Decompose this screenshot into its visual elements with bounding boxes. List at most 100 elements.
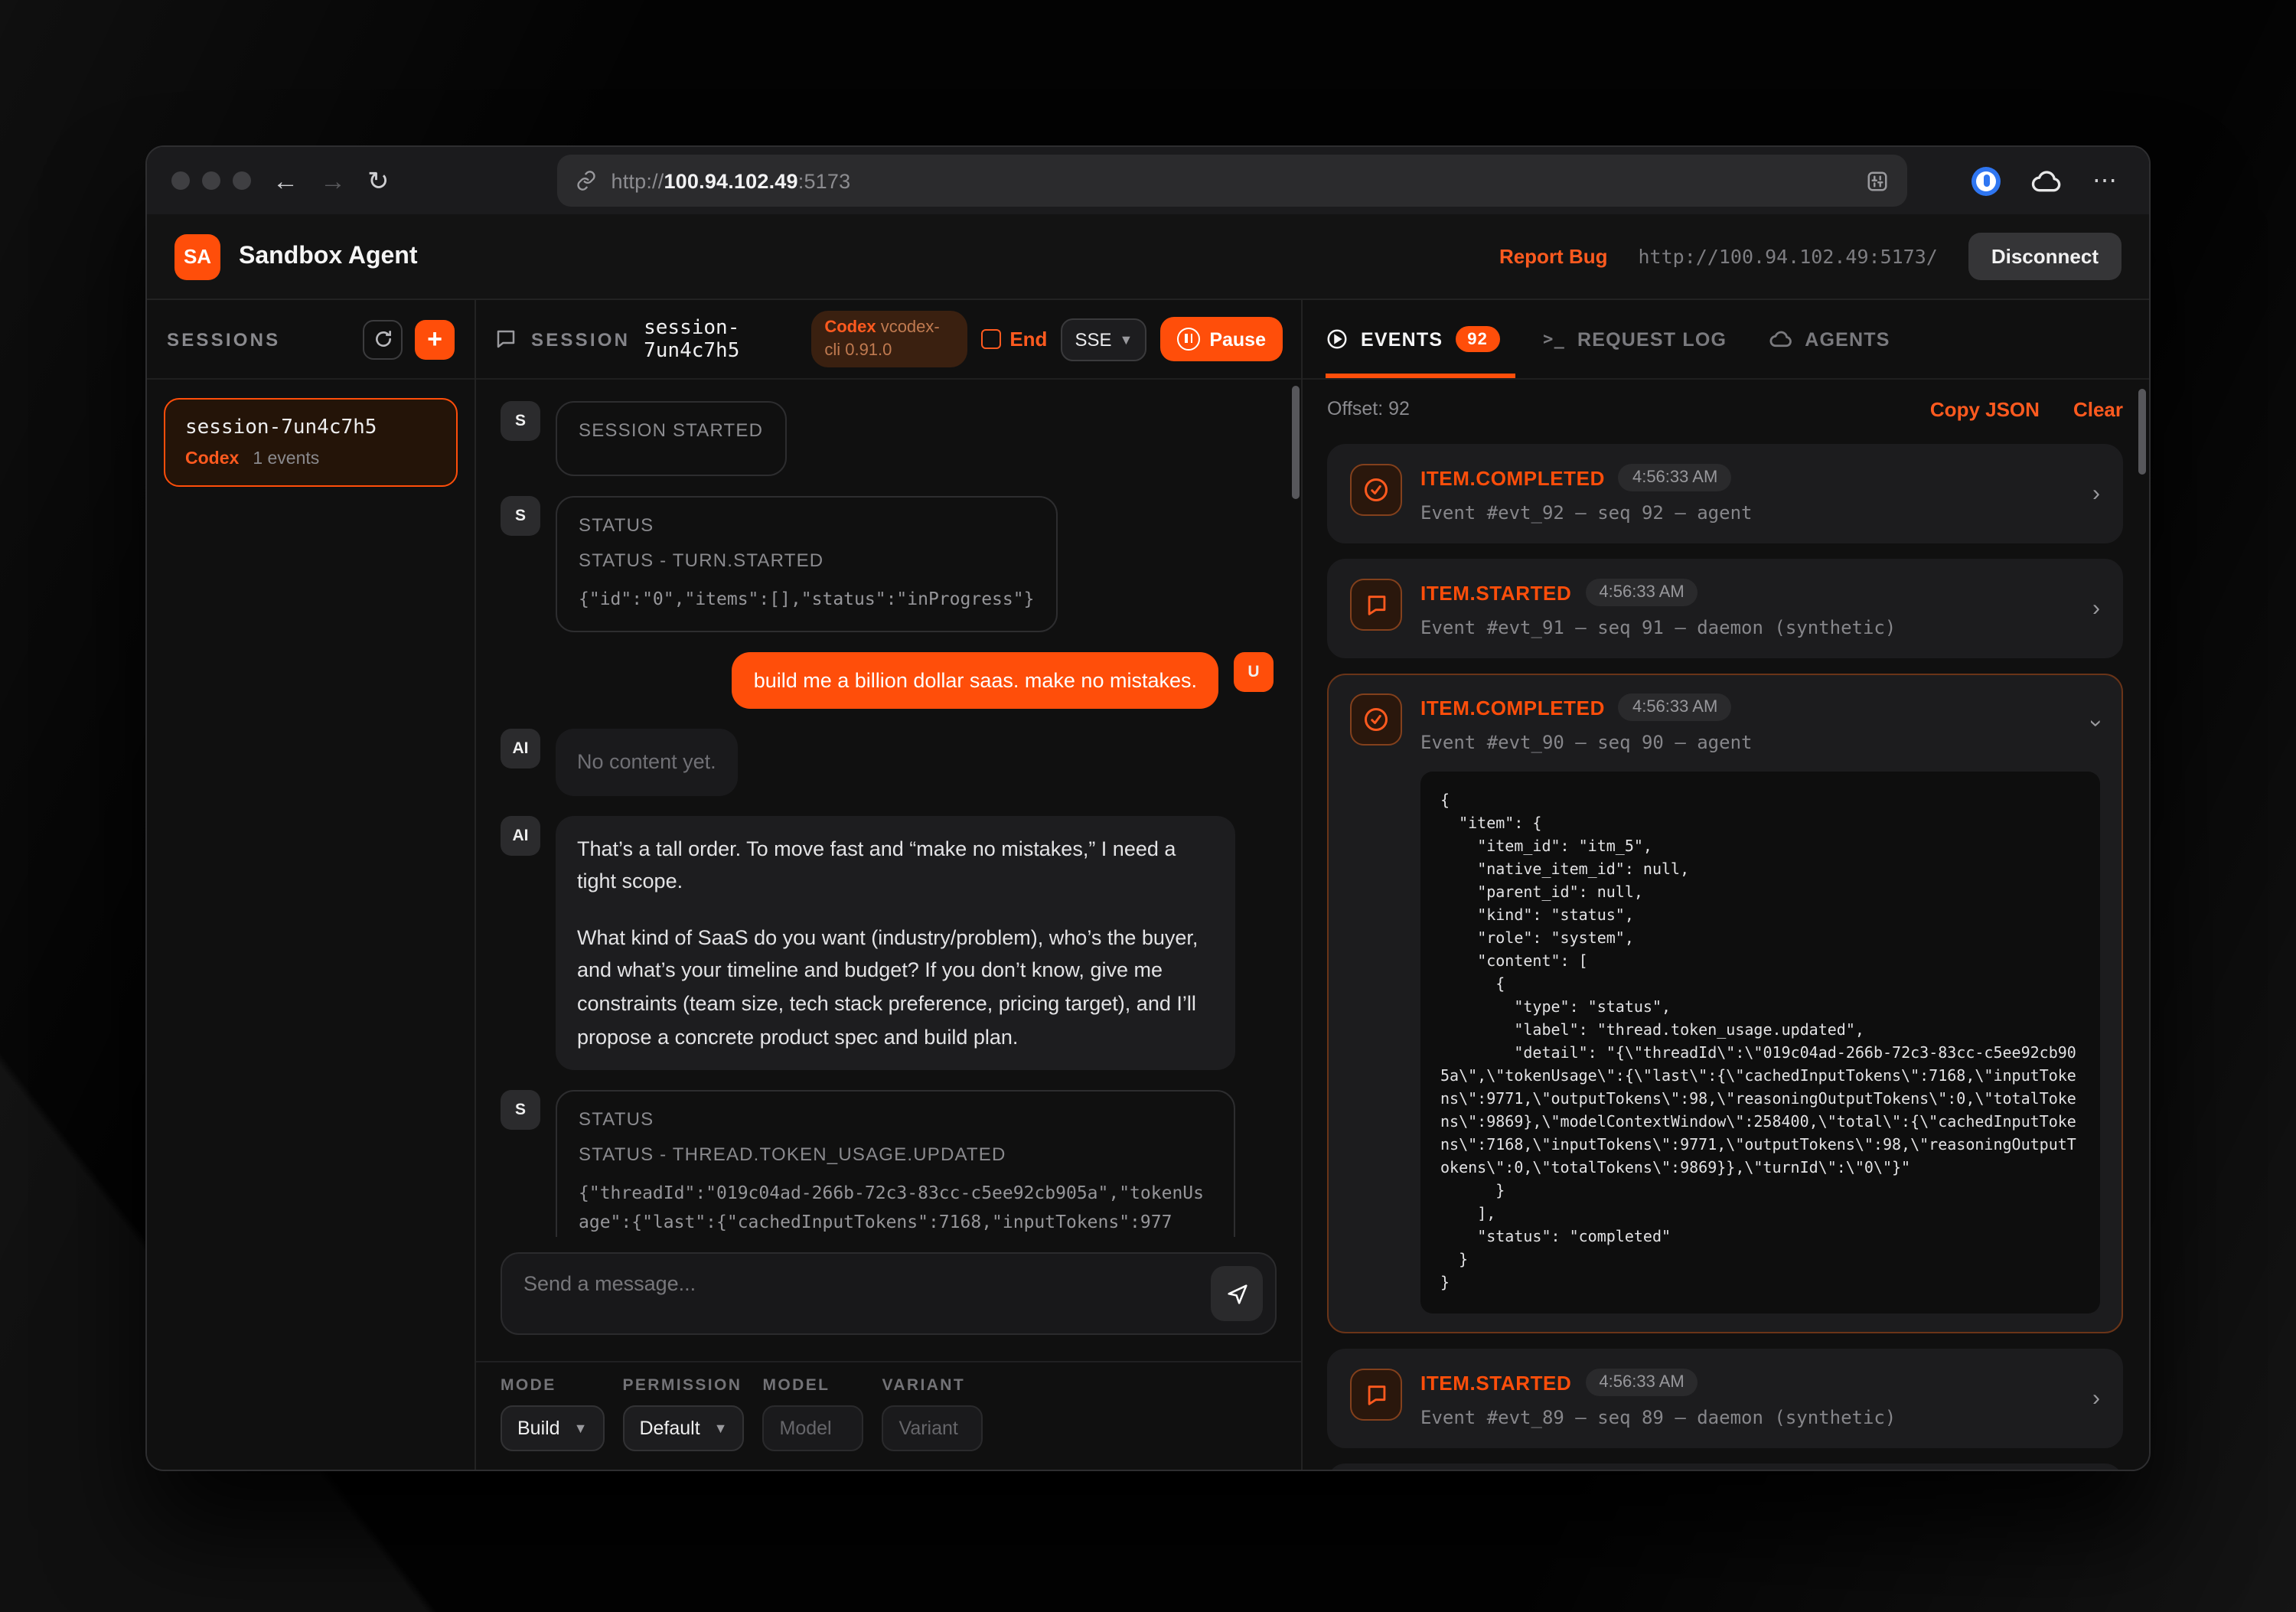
copy-json-button[interactable]: Copy JSON	[1930, 397, 2040, 420]
event-meta: Event #evt_89 – seq 89 – daemon (synthet…	[1420, 1407, 2100, 1428]
event-meta: Event #evt_92 – seq 92 – agent	[1420, 502, 2100, 524]
chat-message: S STATUSSTATUS - THREAD.TOKEN_USAGE.UPDAT…	[501, 1090, 1274, 1237]
forward-button[interactable]: →	[320, 168, 346, 194]
event-card[interactable]: ITEM.STARTED4:56:33 AMEvent #evt_91 – se…	[1327, 559, 2123, 658]
message-bubble: No content yet.	[556, 729, 738, 795]
browser-toolbar: ← → ↻ http://100.94.102.49:5173 ⋯	[147, 147, 2149, 214]
minimize-window-button[interactable]	[202, 171, 220, 190]
message-line: {"threadId":"019c04ad-266b-72c3-83cc-c5e…	[579, 1179, 1213, 1237]
event-card[interactable]: ITEM.STARTED4:56:33 AMEvent #evt_89 – se…	[1327, 1349, 2123, 1448]
expand-chevron-icon[interactable]: ›	[2092, 597, 2100, 620]
events-panel: EVENTS 92 >_ REQUEST LOG AGENTS	[1303, 300, 2149, 1470]
event-time: 4:56:33 AM	[1619, 464, 1731, 491]
main-layout: SESSIONS + session-7un4c7h5 Codex 1 even…	[147, 300, 2149, 1470]
message-line: What kind of SaaS do you want (industry/…	[577, 922, 1215, 1054]
tab-agents[interactable]: AGENTS	[1769, 328, 1890, 350]
event-card[interactable]: ITEM.COMPLETED4:56:33 AMEvent #evt_92 – …	[1327, 444, 2123, 543]
password-manager-icon[interactable]	[1971, 166, 2001, 195]
tab-events[interactable]: EVENTS 92	[1326, 326, 1500, 352]
event-list[interactable]: ITEM.COMPLETED 4:56:33 AM Event #evt_92 – …	[1303, 435, 2149, 1470]
chat-header: SESSION session-7un4c7h5 Codex vcodex-cl…	[476, 300, 1301, 380]
clear-events-button[interactable]: Clear	[2073, 397, 2123, 420]
pause-button[interactable]: Pause	[1160, 317, 1283, 361]
collapse-chevron-icon[interactable]: ›	[2085, 720, 2108, 727]
chat-bubble-icon	[1350, 579, 1402, 631]
transport-select[interactable]: SSE▼	[1061, 318, 1146, 361]
events-tabs: EVENTS 92 >_ REQUEST LOG AGENTS	[1303, 300, 2149, 380]
sessions-sidebar: SESSIONS + session-7un4c7h5 Codex 1 even…	[147, 300, 476, 1470]
zoom-window-button[interactable]	[233, 171, 251, 190]
address-bar[interactable]: http://100.94.102.49:5173	[558, 155, 1908, 207]
refresh-sessions-button[interactable]	[363, 319, 403, 359]
message-line: STATUS	[579, 1108, 1213, 1130]
message-bubble: build me a billion dollar saas. make no …	[732, 652, 1218, 709]
event-time: 4:56:33 AM	[1585, 579, 1698, 606]
avatar: U	[1234, 652, 1274, 692]
send-button[interactable]	[1211, 1266, 1263, 1321]
events-scrollbar-thumb[interactable]	[2138, 389, 2146, 475]
cloud-icon[interactable]	[2031, 169, 2062, 192]
app-logo: SA	[174, 233, 220, 279]
reload-button[interactable]: ↻	[367, 168, 390, 194]
chevron-down-icon: ▼	[714, 1421, 728, 1436]
check-circle-icon	[1350, 464, 1402, 516]
tab-request-log[interactable]: >_ REQUEST LOG	[1543, 328, 1727, 350]
new-session-button[interactable]: +	[415, 319, 455, 359]
sidebar-item-session[interactable]: session-7un4c7h5 Codex 1 events	[164, 398, 458, 487]
event-time: 4:56:33 AM	[1619, 693, 1731, 721]
permission-label: PERMISSION	[622, 1376, 744, 1395]
close-window-button[interactable]	[171, 171, 190, 190]
expand-chevron-icon[interactable]: ›	[2092, 482, 2100, 505]
chat-message: AINo content yet.	[501, 729, 1274, 795]
report-bug-link[interactable]: Report Bug	[1499, 245, 1608, 268]
end-checkbox[interactable]	[980, 329, 1000, 349]
chat-scrollbar-thumb[interactable]	[1292, 386, 1300, 499]
agent-version-badge: Codex vcodex-cli 0.91.0	[810, 311, 967, 367]
events-offset: Offset: 92	[1327, 398, 1410, 419]
model-input[interactable]	[763, 1405, 864, 1451]
session-chat-icon	[494, 328, 517, 351]
event-type: ITEM.COMPLETED	[1420, 696, 1605, 719]
session-id: session-7un4c7h5	[644, 316, 797, 362]
reader-settings-icon[interactable]	[1866, 169, 1889, 192]
session-controls: MODE Build▼ PERMISSION Default▼ MODEL VA…	[476, 1361, 1301, 1470]
avatar: S	[501, 1090, 540, 1130]
message-input[interactable]	[501, 1252, 1277, 1335]
active-tab-indicator	[1326, 374, 1515, 378]
mode-select[interactable]: Build▼	[501, 1405, 604, 1451]
event-body: ITEM.STARTED4:56:33 AMEvent #evt_89 – se…	[1420, 1369, 2100, 1428]
event-body: ITEM.COMPLETED4:56:33 AMEvent #evt_92 – …	[1420, 464, 2100, 524]
chat-column: SESSION session-7un4c7h5 Codex vcodex-cl…	[476, 300, 1303, 1470]
message-line: build me a billion dollar saas. make no …	[754, 669, 1197, 692]
play-circle-icon	[1326, 328, 1349, 351]
chat-message-list[interactable]: S SESSION STARTED SSTATUSSTATUS - TURN.STA…	[476, 380, 1301, 1237]
event-card[interactable]: ITEM.COMPLETED4:56:33 AMEvent #evt_90 – …	[1327, 674, 2123, 1333]
expand-chevron-icon[interactable]: ›	[2092, 1387, 2100, 1410]
app-title: Sandbox Agent	[239, 243, 418, 270]
chat-bubble-icon	[1350, 1369, 1402, 1421]
session-label: SESSION	[531, 328, 630, 350]
variant-input[interactable]	[882, 1405, 983, 1451]
event-body: ITEM.COMPLETED4:56:33 AMEvent #evt_90 – …	[1420, 693, 2100, 1313]
chat-message: SSTATUSSTATUS - TURN.STARTED{"id":"0","i…	[501, 496, 1274, 632]
event-type: ITEM.STARTED	[1420, 1371, 1571, 1394]
sessions-title: SESSIONS	[167, 328, 280, 350]
event-card[interactable]: ITEM.COMPLETED4:56:33 AMEvent #evt_88 – …	[1327, 1464, 2123, 1470]
window-traffic-lights[interactable]	[171, 171, 251, 190]
message-bubble: STATUSSTATUS - THREAD.TOKEN_USAGE.UPDATE…	[556, 1090, 1236, 1237]
browser-menu-icon[interactable]: ⋯	[2092, 165, 2118, 196]
session-events-count: 1 events	[253, 450, 319, 468]
end-label: End	[1009, 328, 1047, 351]
app-header: SA Sandbox Agent Report Bug http://100.9…	[147, 214, 2149, 300]
cloud-icon	[1769, 331, 1792, 348]
browser-window: ← → ↻ http://100.94.102.49:5173 ⋯	[145, 145, 2151, 1471]
message-line: SESSION STARTED	[579, 419, 763, 441]
terminal-icon: >_	[1543, 329, 1565, 349]
chat-message: build me a billion dollar saas. make no …	[501, 652, 1274, 709]
message-line: STATUS	[579, 514, 1034, 536]
chat-message: AIThat’s a tall order. To move fast and …	[501, 815, 1274, 1070]
disconnect-button[interactable]: Disconnect	[1968, 233, 2122, 280]
permission-select[interactable]: Default▼	[622, 1405, 744, 1451]
composer	[476, 1237, 1301, 1361]
back-button[interactable]: ←	[272, 168, 298, 194]
